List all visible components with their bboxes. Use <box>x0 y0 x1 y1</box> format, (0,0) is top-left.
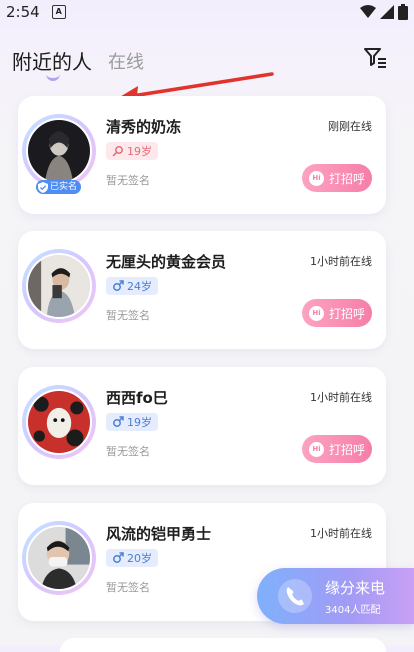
male-icon <box>113 552 124 563</box>
avatar[interactable] <box>26 253 92 319</box>
male-icon <box>113 416 124 427</box>
signature: 暂无签名 <box>106 581 150 594</box>
user-card[interactable]: 西西fo巳 1小时前在线 19岁 暂无签名 Hi 打招呼 <box>18 367 386 485</box>
signature: 暂无签名 <box>106 309 150 322</box>
username: 西西fo巳 <box>106 389 168 407</box>
phone-icon <box>278 579 312 613</box>
gender-age-tag: 20岁 <box>106 549 158 567</box>
avatar-ring <box>22 249 96 323</box>
signature: 暂无签名 <box>106 445 150 458</box>
shield-check-icon <box>38 181 48 193</box>
greet-button[interactable]: Hi 打招呼 <box>302 299 372 327</box>
hi-icon: Hi <box>308 170 324 186</box>
status-bar: 2:54 A <box>0 0 414 24</box>
active-tab-indicator <box>46 74 60 81</box>
verified-badge: 已实名 <box>36 180 82 194</box>
gender-age-tag: 19岁 <box>106 413 158 431</box>
age-label: 19岁 <box>127 416 152 429</box>
avatar-ring <box>22 385 96 459</box>
fate-call-subtitle: 3404人匹配 <box>325 605 381 616</box>
last-online-status: 1小时前在线 <box>310 391 372 404</box>
signal-icon <box>380 5 394 19</box>
user-card[interactable]: 无厘头的黄金会员 1小时前在线 24岁 暂无签名 Hi 打招呼 <box>18 231 386 349</box>
greet-label: 打招呼 <box>328 306 365 321</box>
username: 清秀的奶冻 <box>106 118 182 136</box>
greet-label: 打招呼 <box>328 442 365 457</box>
avatar-ring <box>22 521 96 595</box>
user-card[interactable]: 已实名 清秀的奶冻 刚刚在线 19岁 暂无签名 Hi 打招呼 <box>18 96 386 214</box>
card-header-tab <box>60 638 386 652</box>
fate-call-button[interactable]: 缘分来电 3404人匹配 <box>257 568 414 624</box>
last-online-status: 1小时前在线 <box>310 527 372 540</box>
gender-age-tag: 19岁 <box>106 142 158 160</box>
status-time: 2:54 <box>6 3 40 21</box>
notification-app-icon: A <box>51 5 66 19</box>
tab-nearby-people[interactable]: 附近的人 <box>12 46 92 75</box>
avatar-ring <box>22 114 96 188</box>
age-label: 24岁 <box>127 280 152 293</box>
filter-icon[interactable] <box>362 44 388 70</box>
male-icon <box>113 280 124 291</box>
verified-label: 已实名 <box>50 182 78 192</box>
username: 无厘头的黄金会员 <box>106 253 227 271</box>
avatar[interactable] <box>26 389 92 455</box>
last-online-status: 刚刚在线 <box>328 120 372 133</box>
avatar[interactable] <box>26 525 92 591</box>
signature: 暂无签名 <box>106 174 150 187</box>
wifi-icon <box>360 5 376 18</box>
greet-button[interactable]: Hi 打招呼 <box>302 435 372 463</box>
hi-icon: Hi <box>308 441 324 457</box>
age-label: 20岁 <box>127 552 152 565</box>
greet-label: 打招呼 <box>328 171 365 186</box>
battery-icon <box>398 4 408 20</box>
age-label: 19岁 <box>127 145 152 158</box>
gender-age-tag: 24岁 <box>106 277 158 295</box>
last-online-status: 1小时前在线 <box>310 255 372 268</box>
fate-call-title: 缘分来电 <box>325 579 386 597</box>
username: 风流的铠甲勇士 <box>106 525 212 543</box>
greet-button[interactable]: Hi 打招呼 <box>302 164 372 192</box>
avatar[interactable] <box>26 118 92 184</box>
female-icon <box>112 146 123 157</box>
hi-icon: Hi <box>308 305 324 321</box>
